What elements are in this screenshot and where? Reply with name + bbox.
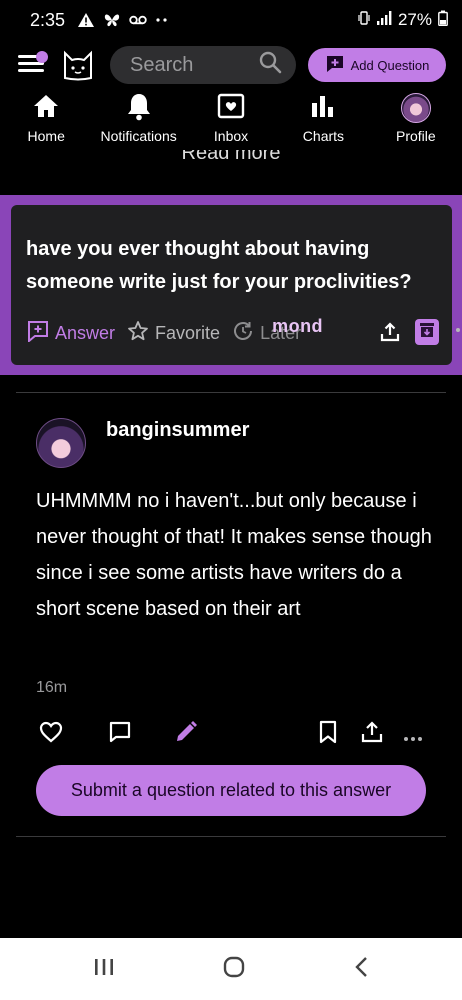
main-tab-bar: Home Notifications Inbox Charts Profile: [0, 92, 462, 150]
search-input[interactable]: Search: [110, 46, 296, 84]
more-options-icon[interactable]: [455, 317, 462, 338]
butterfly-icon: [103, 12, 121, 28]
recents-icon[interactable]: [93, 957, 115, 982]
voicemail-icon: [129, 14, 147, 26]
app-header: Search Add Question: [0, 40, 462, 90]
divider: [16, 392, 446, 393]
archive-icon: [418, 321, 436, 344]
tab-inbox[interactable]: Inbox: [185, 92, 277, 150]
share-icon[interactable]: [379, 321, 401, 348]
answer-button[interactable]: Answer: [27, 320, 115, 347]
submit-related-question-button[interactable]: Submit a question related to this answer: [36, 765, 426, 816]
clock-refresh-icon: [232, 320, 254, 347]
vibrate-icon: [358, 10, 370, 31]
tab-home[interactable]: Home: [0, 92, 92, 150]
question-card: have you ever thought about having someo…: [11, 205, 460, 365]
answer-actions: [0, 720, 462, 750]
search-icon: [258, 50, 282, 80]
tab-home-label: Home: [27, 128, 65, 144]
answer-label: Answer: [55, 322, 116, 343]
divider: [16, 836, 446, 837]
favorite-label: Favorite: [155, 322, 221, 343]
bell-icon: [126, 91, 152, 126]
add-question-label: Add Question: [350, 57, 430, 73]
later-button[interactable]: Later mond: [232, 316, 323, 347]
home-circle-icon[interactable]: [222, 955, 246, 984]
tab-profile-label: Profile: [395, 128, 436, 144]
tab-charts[interactable]: Charts: [277, 92, 369, 150]
author-name[interactable]: banginsummer: [106, 419, 249, 442]
answer-text: UHMMMM no i haven't...but only because i…: [36, 490, 432, 620]
inbox-icon: [217, 93, 245, 124]
question-band: have you ever thought about having someo…: [0, 195, 462, 375]
system-nav-bar: [0, 938, 462, 1000]
alert-icon: [77, 12, 95, 28]
notification-dot: [36, 51, 48, 63]
favorite-button[interactable]: Favorite: [127, 320, 220, 347]
share-answer-icon[interactable]: [360, 720, 384, 749]
profile-avatar: [400, 93, 431, 123]
heart-icon[interactable]: [39, 720, 63, 749]
more-answer-icon[interactable]: [403, 729, 423, 747]
cat-logo-icon[interactable]: [60, 47, 96, 83]
menu-button[interactable]: [16, 50, 48, 80]
home-icon: [32, 92, 60, 125]
question-text: have you ever thought about having someo…: [26, 238, 412, 293]
tab-notifications[interactable]: Notifications: [92, 92, 184, 150]
status-time: 2:35: [30, 9, 66, 30]
save-for-later-button[interactable]: [415, 319, 439, 345]
dots-icon: [155, 17, 169, 23]
bookmark-icon[interactable]: [317, 720, 339, 749]
search-placeholder: Search: [130, 53, 194, 76]
star-icon: [127, 320, 149, 347]
back-icon[interactable]: [353, 955, 369, 984]
answer-icon: [27, 320, 49, 347]
comment-icon[interactable]: [108, 720, 132, 749]
battery-icon: [438, 10, 448, 31]
bar-chart-icon: [310, 93, 336, 124]
author-avatar[interactable]: [36, 418, 86, 468]
tab-notifications-label: Notifications: [100, 128, 177, 144]
battery-percent: 27%: [397, 10, 432, 29]
tab-charts-label: Charts: [302, 128, 345, 144]
add-question-button[interactable]: Add Question: [308, 48, 446, 82]
edit-pencil-icon[interactable]: [174, 720, 198, 749]
status-bar: 2:35 27%: [0, 0, 462, 40]
read-more-link[interactable]: Read more: [0, 150, 462, 164]
tab-inbox-label: Inbox: [213, 128, 249, 144]
question-actions: Answer Favorite Later mond: [27, 316, 462, 349]
overlay-text: mond: [272, 315, 324, 336]
tab-profile[interactable]: Profile: [370, 92, 462, 150]
add-question-icon: [325, 54, 345, 77]
answer-timestamp: 16m: [36, 679, 68, 696]
signal-icon: [376, 10, 392, 31]
